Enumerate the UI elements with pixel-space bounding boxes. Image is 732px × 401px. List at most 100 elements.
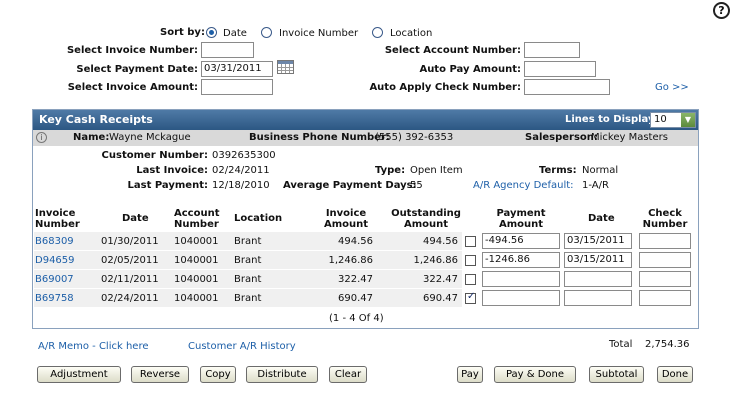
row-select-checkbox[interactable] — [465, 291, 476, 304]
col-invoice-number: Invoice Number — [35, 208, 80, 230]
payment-amount-input[interactable]: -494.56 — [482, 233, 560, 249]
sort-invoice-number-label: Invoice Number — [279, 28, 359, 39]
row-select-checkbox[interactable] — [465, 236, 476, 247]
info-icon: i — [36, 132, 47, 143]
last-payment-label: Last Payment: — [127, 180, 208, 191]
go-link[interactable]: Go >> — [655, 82, 689, 93]
row-location: Brant — [234, 274, 262, 285]
invoice-link[interactable]: D94659 — [35, 255, 75, 266]
col-date: Date — [122, 213, 149, 224]
sort-location-label: Location — [390, 28, 433, 39]
payment-date-input[interactable]: 03/31/2011 — [201, 61, 273, 77]
row-invoice-amount: 322.47 — [338, 274, 373, 285]
invoice-amount-input[interactable] — [201, 79, 273, 95]
payment-amount-input[interactable] — [482, 290, 560, 306]
avg-payment-days-value: 55 — [410, 180, 423, 191]
customer-number-label: Customer Number: — [101, 150, 208, 161]
row-outstanding-amount: 690.47 — [423, 293, 458, 304]
pay-date-input[interactable] — [564, 271, 632, 287]
col-check-number: Check Number — [642, 208, 688, 230]
pay-date-input[interactable]: 03/15/2011 — [564, 233, 632, 249]
key-cash-receipts-panel: Key Cash Receipts Lines to Display: 10 ▼… — [32, 109, 699, 329]
copy-button[interactable]: Copy — [200, 366, 236, 383]
done-button[interactable]: Done — [657, 366, 693, 383]
calendar-icon[interactable] — [277, 60, 294, 74]
subtotal-button[interactable]: Subtotal — [589, 366, 644, 383]
auto-pay-input[interactable] — [524, 61, 596, 77]
customer-ar-history-link[interactable]: Customer A/R History — [188, 341, 296, 352]
invoice-amount-label: Select Invoice Amount: — [67, 82, 198, 93]
row-account: 1040001 — [174, 255, 219, 266]
account-number-input[interactable] — [524, 42, 580, 58]
pager-text: (1 - 4 Of 4) — [329, 313, 384, 324]
type-value: Open Item — [410, 165, 463, 176]
sort-location-radio[interactable] — [372, 27, 383, 38]
last-invoice-label: Last Invoice: — [136, 165, 208, 176]
payment-amount-input[interactable]: -1246.86 — [482, 252, 560, 268]
ar-memo-link[interactable]: A/R Memo - Click here — [38, 341, 148, 352]
type-label: Type: — [375, 165, 406, 176]
panel-title-bar: Key Cash Receipts Lines to Display: 10 ▼ — [33, 110, 698, 130]
invoice-link[interactable]: B69758 — [35, 293, 74, 304]
total-value: 2,754.36 — [645, 339, 690, 350]
avg-payment-days-label: Average Payment Days: — [283, 180, 417, 191]
pay-button[interactable]: Pay — [457, 366, 483, 383]
row-location: Brant — [234, 255, 262, 266]
col-payment-amount: Payment Amount — [496, 208, 546, 230]
col-location: Location — [234, 213, 283, 224]
invoice-link[interactable]: B68309 — [35, 236, 74, 247]
row-date: 02/24/2011 — [101, 293, 159, 304]
last-payment-value: 12/18/2010 — [212, 180, 270, 191]
total-label: Total — [609, 339, 633, 350]
col-invoice-amount: Invoice Amount — [323, 208, 369, 230]
adjustment-button[interactable]: Adjustment — [37, 366, 121, 383]
salesperson-value: Mickey Masters — [591, 132, 668, 143]
distribute-button[interactable]: Distribute — [246, 366, 318, 383]
reverse-button[interactable]: Reverse — [131, 366, 189, 383]
row-account: 1040001 — [174, 274, 219, 285]
row-invoice-amount: 1,246.86 — [328, 255, 373, 266]
help-icon[interactable]: ? — [713, 2, 730, 19]
pay-date-input[interactable] — [564, 290, 632, 306]
chevron-down-icon: ▼ — [681, 113, 695, 127]
lines-to-display-label: Lines to Display: — [565, 114, 659, 125]
sort-date-radio[interactable] — [206, 27, 217, 38]
check-number-input[interactable] — [639, 290, 691, 306]
row-date: 02/05/2011 — [101, 255, 159, 266]
lines-to-display-select[interactable]: 10 ▼ — [650, 112, 696, 128]
check-number-input[interactable] — [639, 252, 691, 268]
row-outstanding-amount: 1,246.86 — [413, 255, 458, 266]
customer-number-value: 0392635300 — [212, 150, 276, 161]
row-select-checkbox[interactable] — [465, 255, 476, 266]
row-location: Brant — [234, 293, 262, 304]
check-number-input[interactable] — [639, 271, 691, 287]
row-outstanding-amount: 494.56 — [423, 236, 458, 247]
ar-agency-default-link[interactable]: A/R Agency Default: — [473, 180, 574, 191]
phone-label: Business Phone Number: — [249, 132, 390, 143]
phone-value: (555) 392-6353 — [375, 132, 454, 143]
invoice-number-input[interactable] — [201, 42, 254, 58]
invoice-number-label: Select Invoice Number: — [66, 45, 198, 56]
col-account-number: Account Number — [174, 208, 220, 230]
row-date: 02/11/2011 — [101, 274, 159, 285]
payment-date-label: Select Payment Date: — [76, 64, 198, 75]
name-value: Wayne Mckague — [109, 132, 191, 143]
pay-date-input[interactable]: 03/15/2011 — [564, 252, 632, 268]
row-select-checkbox[interactable] — [465, 274, 476, 285]
terms-label: Terms: — [539, 165, 577, 176]
panel-title: Key Cash Receipts — [39, 113, 153, 126]
pay-and-done-button[interactable]: Pay & Done — [494, 366, 576, 383]
payment-amount-input[interactable] — [482, 271, 560, 287]
help-glyph: ? — [718, 4, 725, 17]
row-invoice-amount: 690.47 — [338, 293, 373, 304]
row-outstanding-amount: 322.47 — [423, 274, 458, 285]
auto-apply-input[interactable] — [524, 79, 610, 95]
check-number-input[interactable] — [639, 233, 691, 249]
invoice-link[interactable]: B69007 — [35, 274, 74, 285]
terms-value: Normal — [582, 165, 619, 176]
col-pay-date: Date — [588, 213, 615, 224]
auto-apply-label: Auto Apply Check Number: — [369, 82, 521, 93]
clear-button[interactable]: Clear — [329, 366, 367, 383]
sort-invoice-number-radio[interactable] — [261, 27, 272, 38]
row-location: Brant — [234, 236, 262, 247]
